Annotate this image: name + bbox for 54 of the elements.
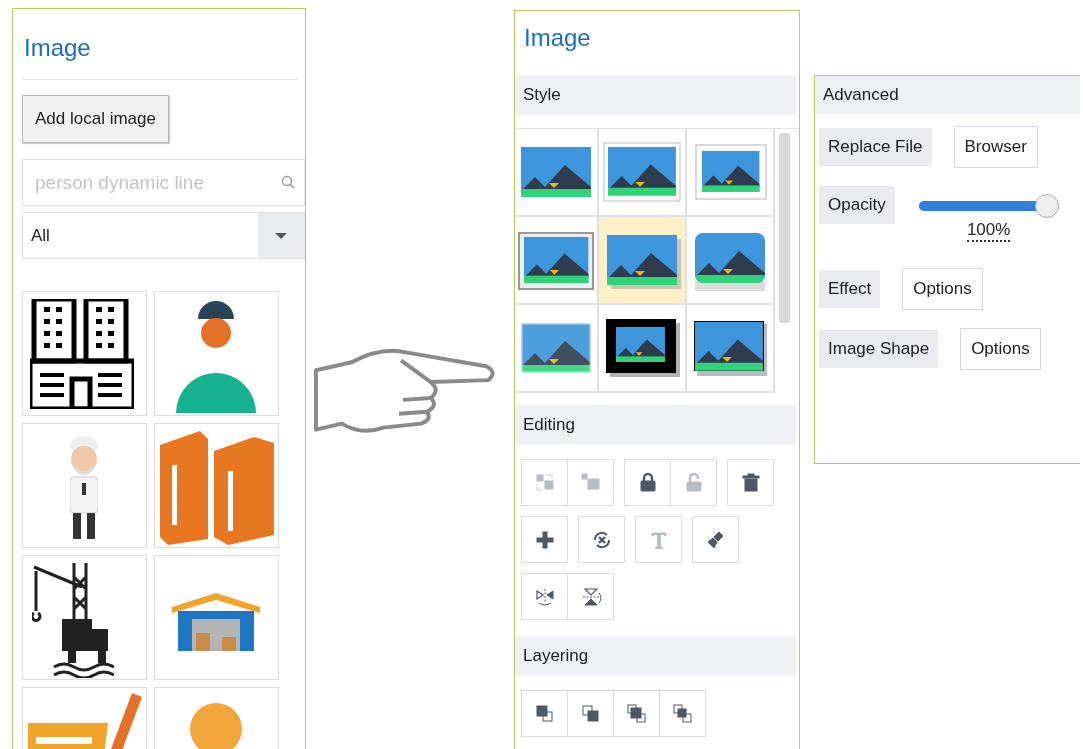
field-label: Opacity bbox=[819, 186, 895, 224]
image-thumbnail[interactable] bbox=[22, 423, 147, 548]
flip-vertical-button[interactable] bbox=[567, 573, 614, 620]
caret-icon bbox=[275, 232, 287, 239]
style-option[interactable] bbox=[599, 217, 687, 305]
search-icon bbox=[281, 175, 295, 189]
brush-button[interactable] bbox=[692, 516, 739, 563]
style-option[interactable] bbox=[687, 217, 775, 305]
send-backward-button[interactable] bbox=[659, 690, 706, 737]
plus-icon bbox=[533, 528, 556, 551]
section-header: Editing bbox=[515, 405, 796, 445]
style-option[interactable] bbox=[687, 129, 775, 217]
section-header: Style bbox=[515, 75, 796, 115]
field-label: Replace File bbox=[819, 128, 932, 166]
field-label: Image Shape bbox=[819, 330, 939, 368]
opacity-value: 100% bbox=[966, 220, 1011, 242]
slider-thumb[interactable] bbox=[1034, 194, 1059, 218]
style-option[interactable] bbox=[515, 129, 599, 217]
options-button[interactable]: Options bbox=[902, 268, 983, 310]
image-thumbnail[interactable] bbox=[22, 291, 147, 416]
style-option[interactable] bbox=[599, 305, 687, 393]
bring-forward-button[interactable] bbox=[613, 690, 660, 737]
send-to-back-button[interactable] bbox=[567, 690, 614, 737]
bring-forward-icon bbox=[625, 702, 648, 725]
delete-button[interactable] bbox=[727, 459, 774, 506]
bring-to-front-icon bbox=[533, 702, 556, 725]
panel-title: Image bbox=[22, 9, 298, 80]
style-option[interactable] bbox=[599, 129, 687, 217]
options-button[interactable]: Options bbox=[960, 328, 1041, 370]
bring-to-front-button[interactable] bbox=[521, 690, 568, 737]
image-thumbnail[interactable] bbox=[154, 423, 279, 548]
image-thumbnail[interactable] bbox=[154, 291, 279, 416]
search-field[interactable]: person dynamic line bbox=[22, 159, 305, 206]
browse-button[interactable]: Browser bbox=[953, 126, 1038, 168]
scrollbar-thumb[interactable] bbox=[779, 133, 790, 323]
group-icon bbox=[533, 471, 556, 494]
send-backward-icon bbox=[671, 702, 694, 725]
flip-horizontal-button[interactable] bbox=[521, 573, 568, 620]
category-dropdown[interactable]: All bbox=[22, 212, 305, 259]
section-header: Layering bbox=[515, 636, 796, 676]
style-option[interactable] bbox=[687, 305, 775, 393]
lock-button[interactable] bbox=[624, 459, 671, 506]
send-to-back-icon bbox=[579, 702, 602, 725]
image-thumbnail[interactable] bbox=[154, 555, 279, 680]
style-option[interactable] bbox=[515, 217, 599, 305]
add-button[interactable] bbox=[521, 516, 568, 563]
reset-button[interactable] bbox=[578, 516, 625, 563]
style-option[interactable] bbox=[515, 305, 599, 393]
field-label: Effect bbox=[819, 270, 881, 308]
image-thumbnail[interactable] bbox=[22, 555, 147, 680]
section-header: Advanced bbox=[815, 76, 1080, 114]
trash-icon bbox=[739, 471, 762, 494]
panel-title: Image bbox=[523, 23, 592, 53]
add-local-image-button[interactable]: Add local image bbox=[22, 95, 169, 143]
